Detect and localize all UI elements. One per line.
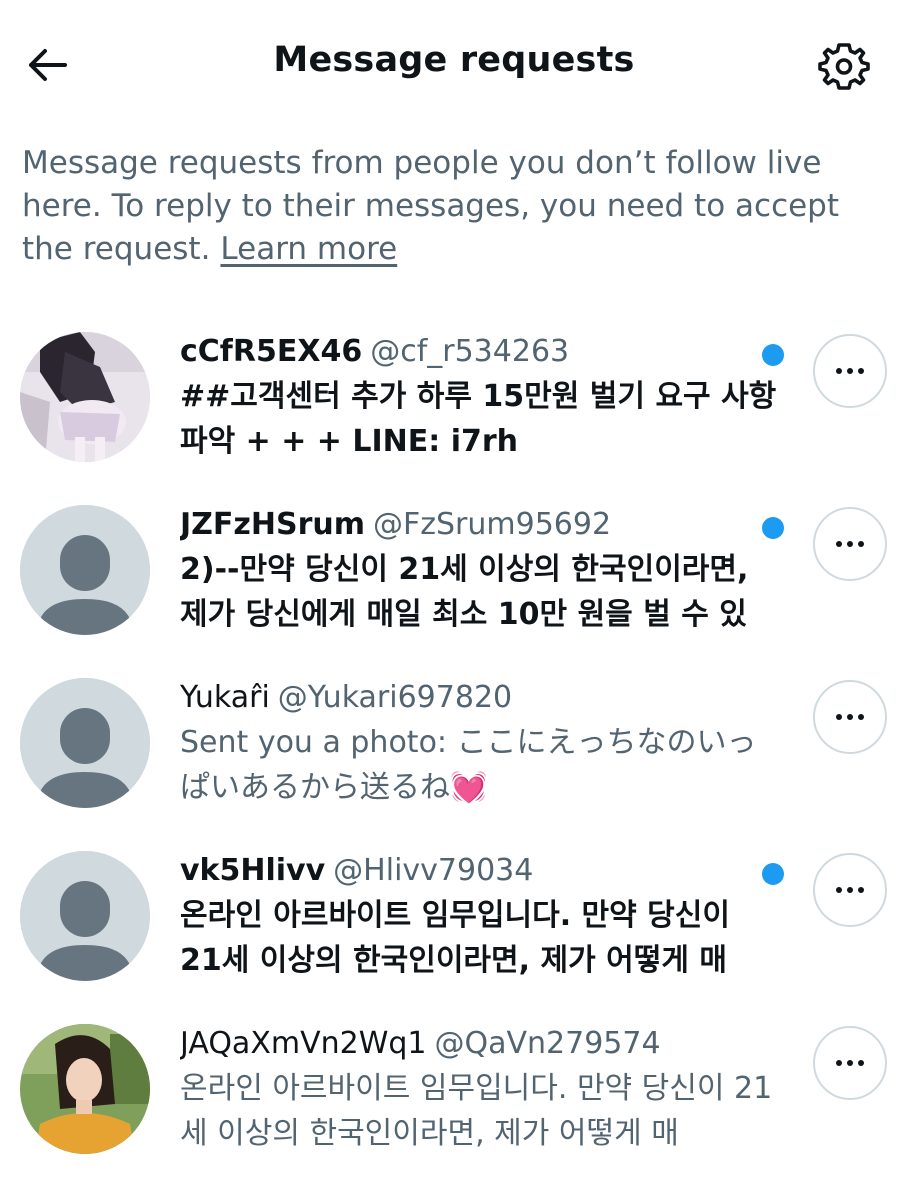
message-preview: ##고객센터 추가 하루 15만원 벌기 요구 사항 파악 + + + LINE… bbox=[180, 379, 777, 459]
sender-handle: @QaVn279574 bbox=[434, 1026, 661, 1061]
default-avatar[interactable] bbox=[20, 851, 150, 981]
sender-name: cCfR5EX46 bbox=[180, 334, 363, 369]
sender-line: cCfR5EX46 @cf_r534263 bbox=[180, 330, 780, 374]
sender-handle: @cf_r534263 bbox=[370, 334, 570, 369]
more-options-button[interactable] bbox=[813, 1026, 887, 1100]
default-profile-icon bbox=[20, 851, 150, 981]
message-preview: 온라인 아르바이트 임무입니다. 만약 당신이 21세 이상의 한국인이라면, … bbox=[180, 1071, 773, 1151]
more-horizontal-icon bbox=[836, 887, 864, 893]
message-request-row[interactable]: vk5Hlivv @Hlivv79034 온라인 아르바이트 임무입니다. 만약 … bbox=[0, 849, 908, 1022]
sender-name: vk5Hlivv bbox=[180, 853, 326, 888]
default-avatar[interactable] bbox=[20, 505, 150, 635]
message-preview: Sent you a photo: ここにえっちなのいっぱいあるから送るね💓 bbox=[180, 725, 757, 805]
sender-line: vk5Hlivv @Hlivv79034 bbox=[180, 849, 780, 893]
message-preview: 2)--만약 당신이 21세 이상의 한국인이라면, 제가 당신에게 매일 최소… bbox=[180, 552, 749, 632]
top-bar: Message requests bbox=[0, 0, 908, 130]
sender-name: JZFzHSrum bbox=[180, 507, 365, 542]
more-horizontal-icon bbox=[836, 541, 864, 547]
unread-indicator bbox=[762, 517, 784, 539]
gear-icon bbox=[818, 43, 870, 90]
sender-line: JZFzHSrum @FzSrum95692 bbox=[180, 503, 780, 547]
avatar[interactable] bbox=[20, 332, 150, 462]
more-options-button[interactable] bbox=[813, 853, 887, 927]
message-request-row[interactable]: JAQaXmVn2Wq1 @QaVn279574 온라인 아르바이트 임무입니다.… bbox=[0, 1022, 908, 1195]
message-request-list: cCfR5EX46 @cf_r534263 ##고객센터 추가 하루 15만원 벌… bbox=[0, 330, 908, 1195]
learn-more-link[interactable]: Learn more bbox=[220, 231, 397, 267]
page-title: Message requests bbox=[273, 40, 635, 80]
request-content: JZFzHSrum @FzSrum95692 2)--만약 당신이 21세 이상의… bbox=[180, 503, 780, 637]
sender-handle: @FzSrum95692 bbox=[373, 507, 612, 542]
sender-handle: @Yukari697820 bbox=[277, 680, 513, 715]
sender-name: Yukar̂i bbox=[180, 680, 270, 715]
message-request-row[interactable]: Yukar̂i @Yukari697820 Sent you a photo: こ… bbox=[0, 676, 908, 849]
more-options-button[interactable] bbox=[813, 680, 887, 754]
message-request-row[interactable]: JZFzHSrum @FzSrum95692 2)--만약 당신이 21세 이상의… bbox=[0, 503, 908, 676]
sender-line: Yukar̂i @Yukari697820 bbox=[180, 676, 780, 720]
request-content: JAQaXmVn2Wq1 @QaVn279574 온라인 아르바이트 임무입니다.… bbox=[180, 1022, 780, 1156]
more-options-button[interactable] bbox=[813, 334, 887, 408]
intro-description: Message requests from people you don’t f… bbox=[22, 142, 888, 271]
default-profile-icon bbox=[20, 678, 150, 808]
request-content: cCfR5EX46 @cf_r534263 ##고객센터 추가 하루 15만원 벌… bbox=[180, 330, 780, 464]
sender-handle: @Hlivv79034 bbox=[333, 853, 534, 888]
message-request-row[interactable]: cCfR5EX46 @cf_r534263 ##고객센터 추가 하루 15만원 벌… bbox=[0, 330, 908, 503]
intro-text: Message requests from people you don’t f… bbox=[22, 145, 840, 267]
more-horizontal-icon bbox=[836, 368, 864, 374]
sender-line: JAQaXmVn2Wq1 @QaVn279574 bbox=[180, 1022, 780, 1066]
default-avatar[interactable] bbox=[20, 678, 150, 808]
settings-button[interactable] bbox=[814, 36, 874, 96]
more-horizontal-icon bbox=[836, 1060, 864, 1066]
sender-name: JAQaXmVn2Wq1 bbox=[180, 1026, 427, 1061]
message-preview: 온라인 아르바이트 임무입니다. 만약 당신이 21세 이상의 한국인이라면, … bbox=[180, 898, 730, 978]
avatar[interactable] bbox=[20, 1024, 150, 1154]
default-profile-icon bbox=[20, 505, 150, 635]
more-options-button[interactable] bbox=[813, 507, 887, 581]
unread-indicator bbox=[762, 863, 784, 885]
request-content: Yukar̂i @Yukari697820 Sent you a photo: こ… bbox=[180, 676, 780, 810]
unread-indicator bbox=[762, 344, 784, 366]
request-content: vk5Hlivv @Hlivv79034 온라인 아르바이트 임무입니다. 만약 … bbox=[180, 849, 780, 983]
more-horizontal-icon bbox=[836, 714, 864, 720]
